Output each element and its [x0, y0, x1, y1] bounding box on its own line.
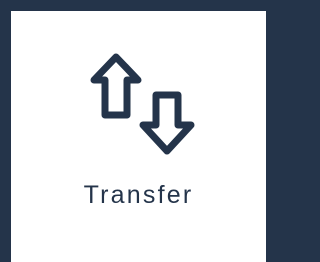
tile-label: Transfer	[83, 181, 194, 209]
transfer-tile[interactable]: Transfer	[11, 11, 266, 262]
transfer-arrows-icon	[81, 45, 201, 155]
